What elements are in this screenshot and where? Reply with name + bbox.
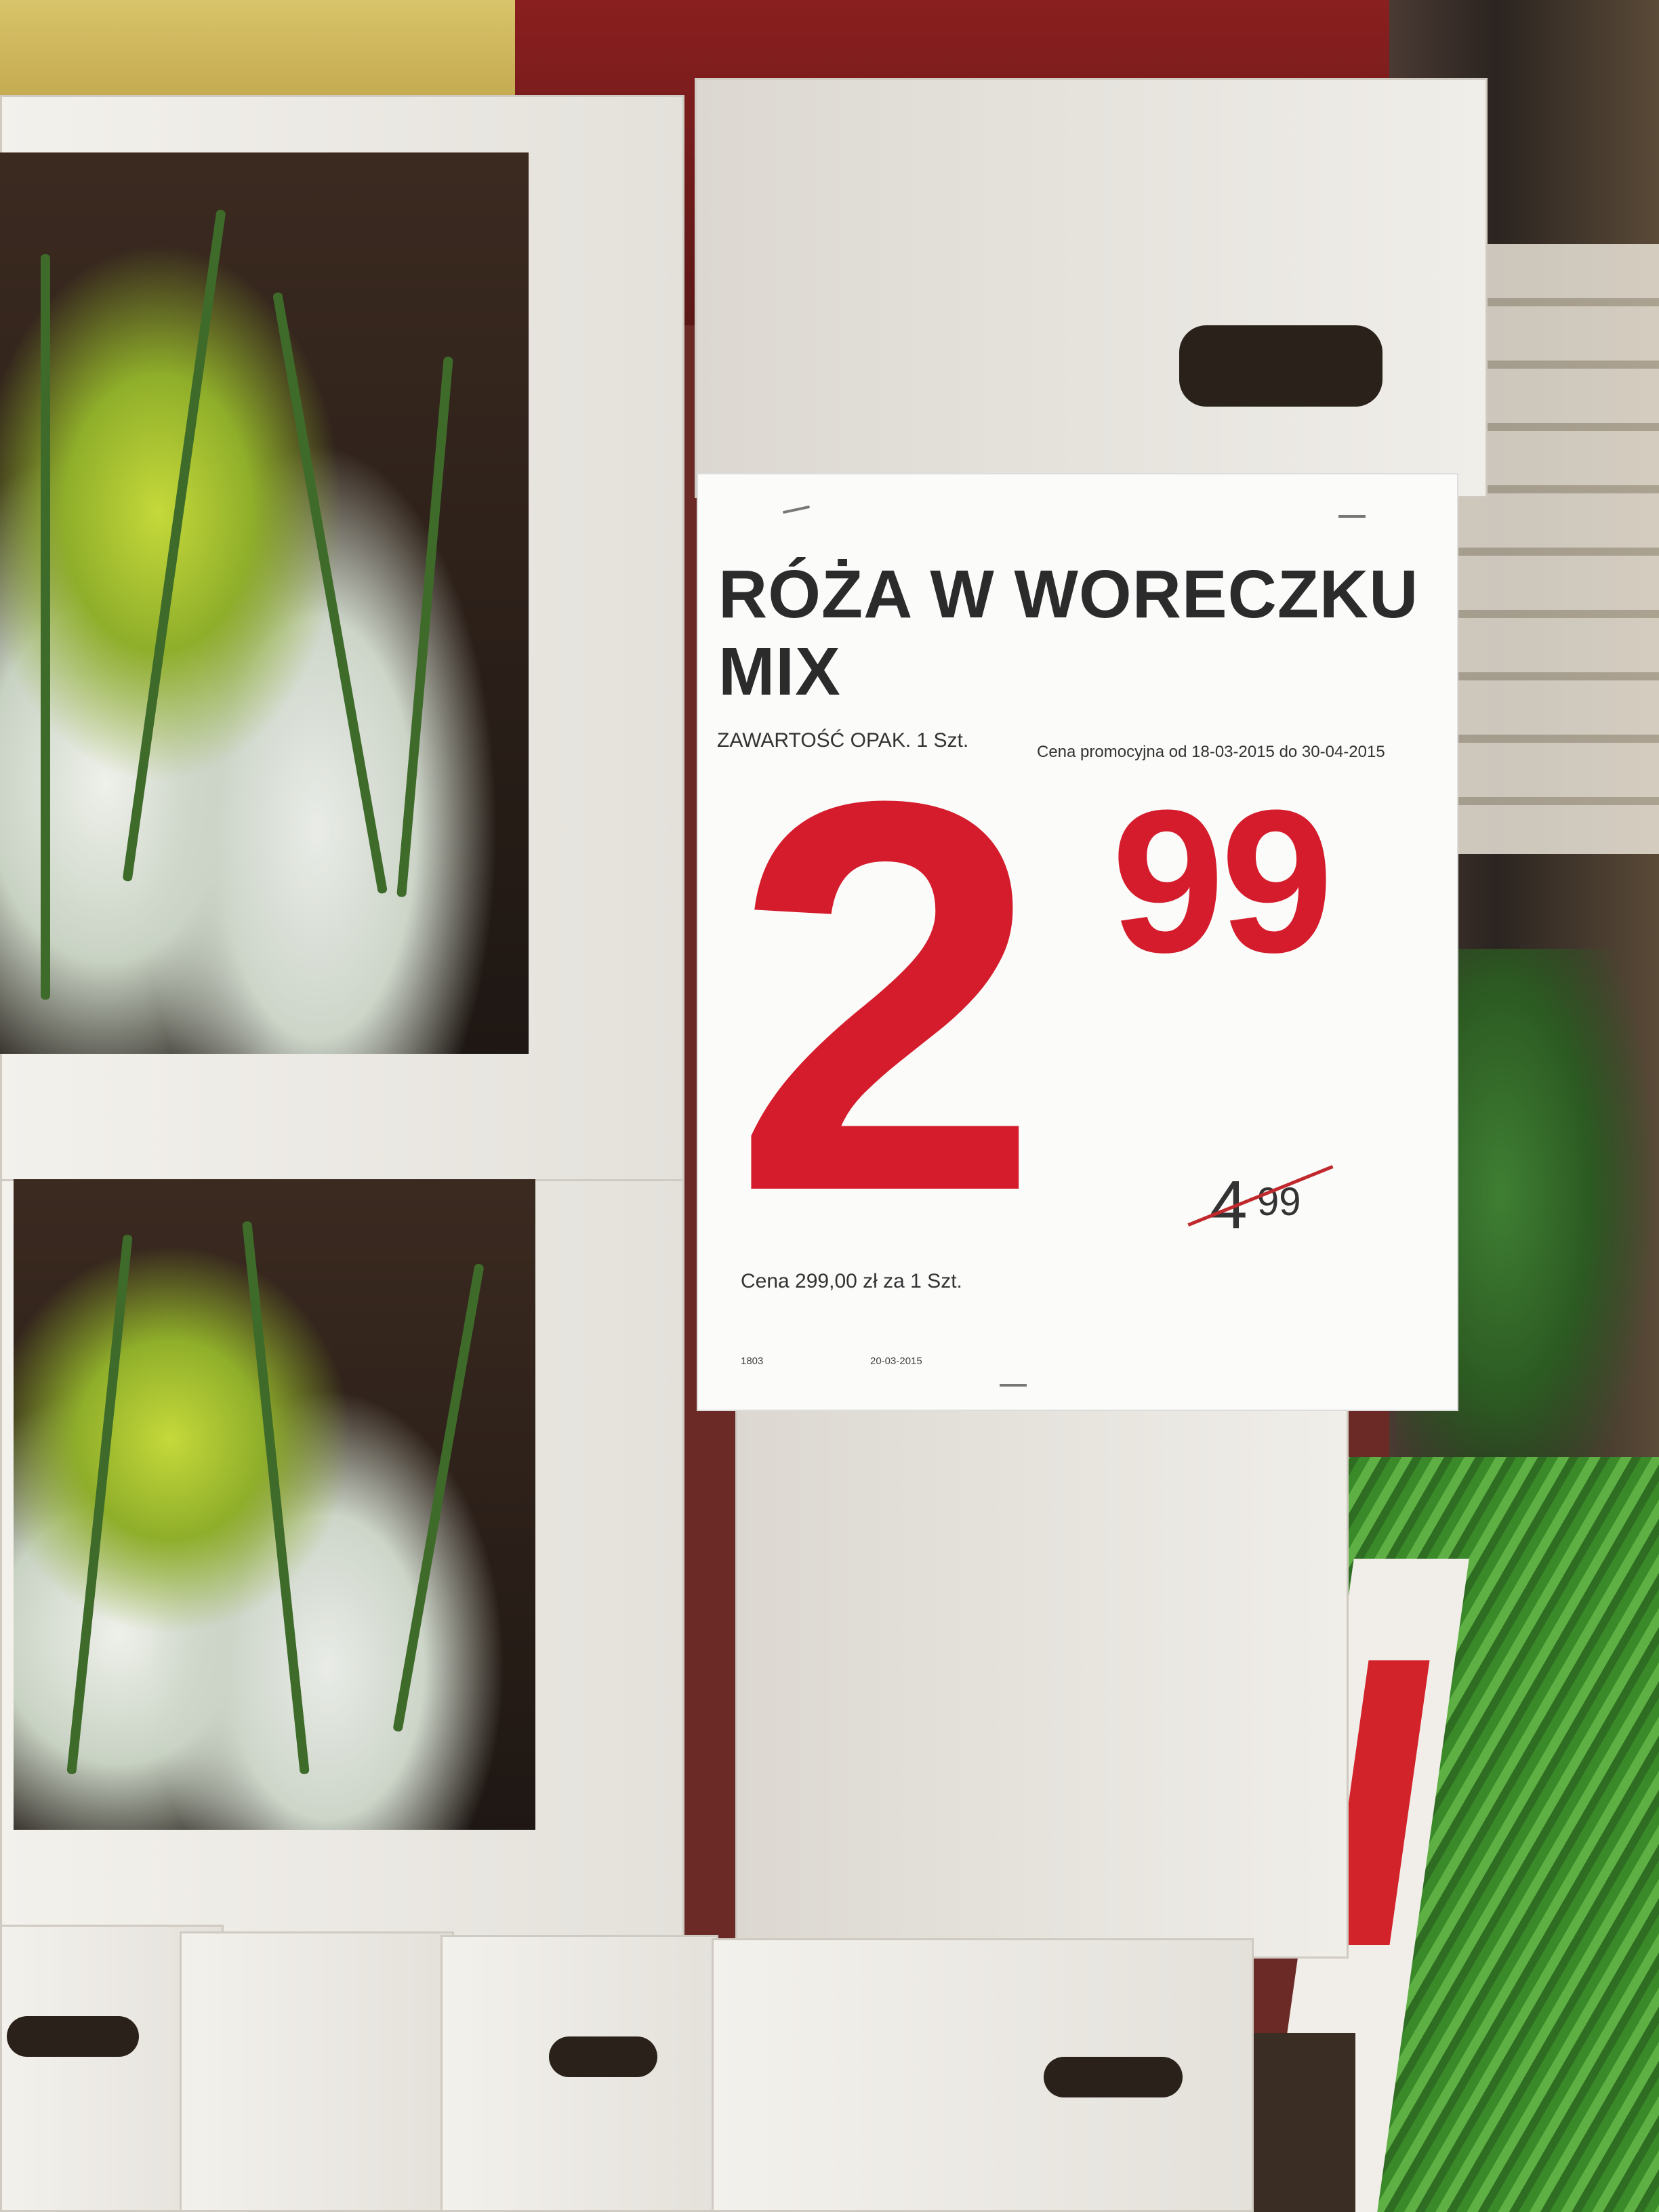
product-title-line1: RÓŻA W WORECZKU — [718, 556, 1419, 632]
box-top-right — [695, 78, 1488, 498]
staple — [1000, 1384, 1027, 1387]
promo-period: Cena promocyjna od 18-03-2015 do 30-04-2… — [1037, 743, 1385, 761]
price-decimal: 99 — [1111, 767, 1334, 995]
bottom-box-4-hole — [1044, 2057, 1183, 2097]
rose-box-lower-opening — [14, 1179, 535, 1830]
staple — [1338, 515, 1366, 518]
bottom-box-1-hole — [7, 2016, 139, 2057]
box-middle-right — [735, 1403, 1349, 1959]
box-handle-hole — [1179, 325, 1382, 407]
unit-price: Cena 299,00 zł za 1 Szt. — [741, 1270, 962, 1292]
print-date: 20-03-2015 — [870, 1355, 922, 1367]
bottom-box-2 — [180, 1931, 454, 2212]
price-integer: 2 — [732, 686, 1041, 1307]
rose-box-upper-opening — [0, 152, 529, 1054]
bottom-box-3-hole — [549, 2036, 657, 2077]
product-code: 1803 — [741, 1355, 764, 1367]
